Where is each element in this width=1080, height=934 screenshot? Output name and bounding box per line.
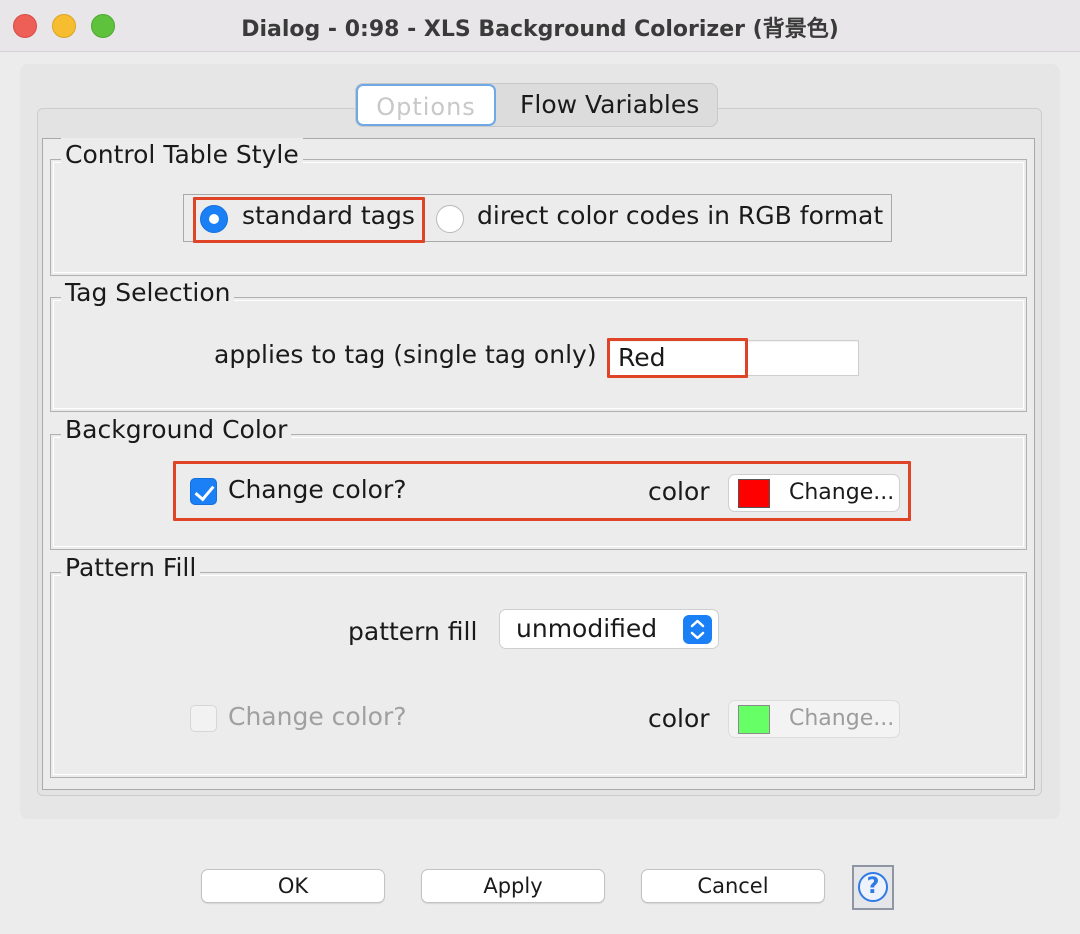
ok-button[interactable]: OK (201, 869, 385, 903)
tag-label: applies to tag (single tag only) (214, 340, 597, 369)
group-title: Pattern Fill (61, 551, 201, 585)
pattern-fill-label: pattern fill (348, 617, 478, 646)
pattern-change-color-button[interactable]: Change... (728, 700, 900, 738)
group-title: Tag Selection (61, 276, 235, 310)
cancel-button[interactable]: Cancel (641, 869, 825, 903)
tab-options[interactable]: Options (356, 84, 496, 126)
select-arrows-icon (683, 615, 712, 644)
pattern-change-color-checkbox[interactable] (190, 705, 217, 732)
pattern-fill-select[interactable]: unmodified (499, 609, 719, 649)
pattern-color-label: color (648, 704, 710, 733)
tag-selection-group: Tag Selection applies to tag (single tag… (50, 276, 1027, 412)
control-table-style-group: Control Table Style standard tags direct… (50, 138, 1027, 276)
group-title: Control Table Style (61, 138, 303, 172)
radio-direct-color-codes[interactable] (436, 205, 464, 233)
highlight-box (193, 197, 425, 243)
group-title: Background Color (61, 413, 292, 447)
radio-direct-color-codes-label[interactable]: direct color codes in RGB format (477, 201, 883, 230)
pattern-fill-group: Pattern Fill pattern fill unmodified Cha… (50, 551, 1027, 778)
title-bar: Dialog - 0:98 - XLS Background Colorizer… (0, 0, 1080, 52)
highlight-box (607, 338, 748, 378)
tab-flow-variables[interactable]: Flow Variables (496, 84, 717, 126)
apply-button[interactable]: Apply (421, 869, 605, 903)
window-title: Dialog - 0:98 - XLS Background Colorizer… (241, 17, 839, 42)
background-color-group: Background Color Change color? color Cha… (50, 413, 1027, 550)
tab-bar: Options Flow Variables (355, 83, 719, 127)
pattern-color-swatch (738, 705, 770, 734)
pattern-change-button-label: Change... (789, 706, 895, 731)
help-button[interactable]: ? (852, 865, 894, 910)
help-icon: ? (858, 872, 888, 902)
pattern-change-color-label[interactable]: Change color? (228, 702, 407, 731)
pattern-fill-value: unmodified (516, 614, 658, 643)
highlight-box (173, 461, 911, 521)
